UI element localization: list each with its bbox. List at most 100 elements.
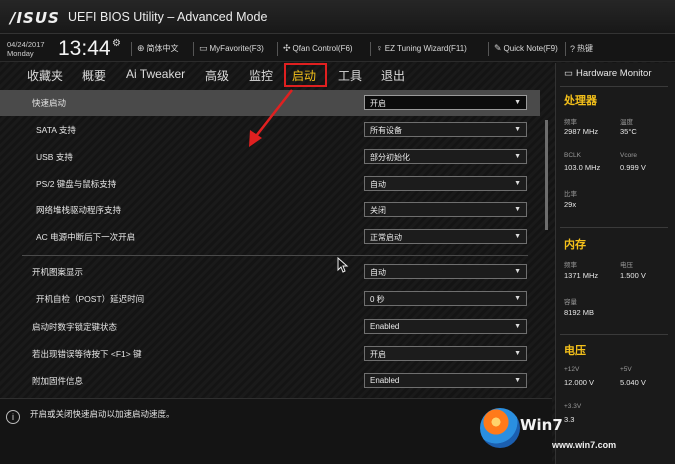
select-value: 部分初始化 bbox=[370, 153, 410, 162]
select-value: 开启 bbox=[370, 350, 386, 359]
chevron-down-icon: ▼ bbox=[514, 295, 521, 302]
watermark-brand: Win7 bbox=[520, 416, 563, 434]
fast-boot-select[interactable]: 开启 ▼ bbox=[364, 95, 527, 110]
mem-cap-value: 8192 MB bbox=[564, 308, 595, 317]
language-label: 简体中文 bbox=[146, 44, 179, 53]
separator bbox=[488, 42, 489, 56]
chevron-down-icon: ▼ bbox=[514, 99, 521, 106]
numlock-select[interactable]: Enabled ▼ bbox=[364, 319, 527, 334]
day-text: Monday bbox=[7, 49, 34, 58]
help-icon: ? bbox=[570, 43, 576, 54]
ratio-label: 比率 bbox=[564, 191, 577, 198]
chevron-down-icon: ▼ bbox=[514, 153, 521, 160]
setting-row-sata[interactable]: SATA 支持 所有设备 ▼ bbox=[0, 117, 540, 143]
ps2-support-select[interactable]: 自动 ▼ bbox=[364, 176, 527, 191]
setting-row-usb[interactable]: USB 支持 部分初始化 ▼ bbox=[0, 144, 540, 170]
select-value: 所有设备 bbox=[370, 126, 402, 135]
v5-label: +5V bbox=[620, 366, 632, 373]
chevron-down-icon: ▼ bbox=[514, 350, 521, 357]
memory-heading: 内存 bbox=[564, 239, 586, 251]
wait-f1-select[interactable]: 开启 ▼ bbox=[364, 346, 527, 361]
separator bbox=[131, 42, 132, 56]
ez-tuning-label: EZ Tuning Wizard(F11) bbox=[384, 43, 467, 53]
favorite-icon: ▭ bbox=[199, 43, 208, 53]
clock-settings-icon[interactable]: ⚙ bbox=[112, 38, 121, 49]
asus-logo: /ISUS bbox=[10, 9, 60, 27]
clock: 13:44 bbox=[58, 37, 111, 60]
quick-note-button[interactable]: ✎ Quick Note(F9) bbox=[494, 43, 558, 54]
setting-row-fast-boot[interactable]: 快速启动 开启 ▼ bbox=[0, 90, 540, 116]
setting-label: SATA 支持 bbox=[36, 125, 76, 135]
divider bbox=[560, 86, 668, 87]
cpu-freq-label: 频率 bbox=[564, 119, 577, 126]
tab-monitor[interactable]: 监控 bbox=[249, 67, 273, 84]
separator bbox=[277, 42, 278, 56]
chevron-down-icon: ▼ bbox=[514, 233, 521, 240]
settings-scrollbar[interactable] bbox=[545, 120, 548, 230]
hardware-monitor-label: Hardware Monitor bbox=[575, 68, 652, 79]
vcore-value: 0.999 V bbox=[620, 163, 646, 172]
tab-exit[interactable]: 退出 bbox=[381, 67, 405, 84]
hotkeys-label: 热键 bbox=[577, 44, 594, 53]
tab-main[interactable]: 概要 bbox=[82, 67, 106, 84]
chevron-down-icon: ▼ bbox=[514, 206, 521, 213]
bclk-value: 103.0 MHz bbox=[564, 163, 601, 172]
usb-support-select[interactable]: 部分初始化 ▼ bbox=[364, 149, 527, 164]
bulb-icon: ♀ bbox=[376, 43, 383, 53]
mem-cap-label: 容量 bbox=[564, 299, 577, 306]
network-stack-select[interactable]: 关闭 ▼ bbox=[364, 202, 527, 217]
note-icon: ✎ bbox=[494, 43, 502, 53]
hotkeys-button[interactable]: ? 热键 bbox=[570, 43, 593, 54]
v12-label: +12V bbox=[564, 366, 580, 373]
setting-row-numlock[interactable]: 启动时数字锁定键状态 Enabled ▼ bbox=[0, 314, 540, 340]
setting-row-boot-logo[interactable]: 开机图案显示 自动 ▼ bbox=[0, 259, 540, 285]
voltage-heading: 电压 bbox=[564, 345, 586, 357]
v33-label: +3.3V bbox=[564, 403, 582, 410]
tab-ai-tweaker[interactable]: Ai Tweaker bbox=[126, 67, 185, 81]
sata-support-select[interactable]: 所有设备 ▼ bbox=[364, 122, 527, 137]
setting-row-ps2[interactable]: PS/2 键盘与鼠标支持 自动 ▼ bbox=[0, 171, 540, 197]
app-title: UEFI BIOS Utility – Advanced Mode bbox=[68, 10, 268, 24]
fan-icon: ✣ bbox=[283, 43, 291, 53]
setting-label: 网络堆栈驱动程序支持 bbox=[36, 205, 122, 215]
select-value: 正常启动 bbox=[370, 233, 402, 242]
option-rom-select[interactable]: Enabled ▼ bbox=[364, 373, 527, 388]
chevron-down-icon: ▼ bbox=[514, 323, 521, 330]
help-text: 开启或关闭快速启动以加速启动速度。 bbox=[30, 409, 175, 419]
setting-row-ac-power[interactable]: AC 电源中断后下一次开启 正常启动 ▼ bbox=[0, 224, 540, 250]
language-button[interactable]: ⊕ 简体中文 bbox=[137, 43, 179, 54]
date-text: 04/24/2017 bbox=[7, 40, 45, 49]
ratio-value: 29x bbox=[564, 200, 577, 209]
setting-label: 附加固件信息 bbox=[32, 376, 84, 386]
setting-row-post-delay[interactable]: 开机自检（POST）延迟时间 0 秒 ▼ bbox=[0, 286, 540, 312]
tab-advanced[interactable]: 高级 bbox=[205, 67, 229, 84]
boot-logo-select[interactable]: 自动 ▼ bbox=[364, 264, 527, 279]
setting-row-network-stack[interactable]: 网络堆栈驱动程序支持 关闭 ▼ bbox=[0, 197, 540, 223]
mouse-cursor-icon bbox=[337, 257, 349, 273]
setting-row-option-rom[interactable]: 附加固件信息 Enabled ▼ bbox=[0, 368, 540, 394]
tab-boot-highlight-box bbox=[284, 63, 327, 87]
watermark-url: www.win7.com bbox=[552, 440, 617, 450]
select-value: Enabled bbox=[370, 322, 400, 331]
setting-label: 启动时数字锁定键状态 bbox=[32, 322, 118, 332]
ac-power-select[interactable]: 正常启动 ▼ bbox=[364, 229, 527, 244]
chevron-down-icon: ▼ bbox=[514, 126, 521, 133]
setting-label: AC 电源中断后下一次开启 bbox=[36, 232, 136, 242]
setting-row-wait-f1[interactable]: 若出现错误等待按下 <F1> 键 开启 ▼ bbox=[0, 341, 540, 367]
myfavorite-button[interactable]: ▭ MyFavorite(F3) bbox=[199, 43, 264, 54]
windows-logo-icon bbox=[480, 408, 520, 448]
separator bbox=[193, 42, 194, 56]
qfan-button[interactable]: ✣ Qfan Control(F6) bbox=[283, 43, 353, 54]
divider bbox=[560, 227, 668, 228]
v5-value: 5.040 V bbox=[620, 378, 646, 387]
select-value: 自动 bbox=[370, 268, 386, 277]
globe-icon: ⊕ bbox=[137, 43, 145, 53]
tab-tool[interactable]: 工具 bbox=[338, 67, 362, 84]
post-delay-select[interactable]: 0 秒 ▼ bbox=[364, 291, 527, 306]
select-value: 自动 bbox=[370, 180, 386, 189]
v12-value: 12.000 V bbox=[564, 378, 595, 387]
mem-freq-value: 1371 MHz bbox=[564, 271, 599, 280]
tab-favorites[interactable]: 收藏夹 bbox=[27, 67, 63, 84]
setting-label: PS/2 键盘与鼠标支持 bbox=[36, 179, 117, 189]
ez-tuning-button[interactable]: ♀ EZ Tuning Wizard(F11) bbox=[376, 43, 467, 53]
